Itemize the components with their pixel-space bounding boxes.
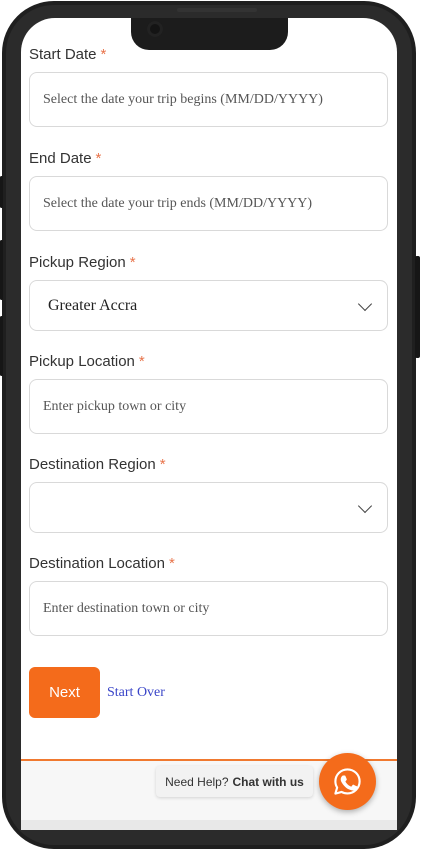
pickup-region-label: Pickup Region * — [29, 254, 136, 271]
next-button[interactable]: Next — [29, 667, 100, 718]
end-date-label-text: End Date — [29, 150, 92, 167]
end-date-label: End Date * — [29, 150, 101, 167]
whatsapp-icon — [334, 768, 361, 795]
camera-icon — [147, 21, 163, 37]
destination-region-select[interactable] — [29, 482, 388, 533]
required-marker: * — [95, 150, 102, 167]
pickup-region-select[interactable]: Greater Accra — [29, 280, 388, 331]
bottom-bar — [21, 820, 397, 830]
notch — [131, 8, 288, 50]
pickup-location-input[interactable]: Enter pickup town or city — [29, 379, 388, 434]
destination-location-placeholder: Enter destination town or city — [43, 600, 210, 616]
speaker — [177, 8, 257, 12]
pickup-location-placeholder: Enter pickup town or city — [43, 398, 187, 414]
chevron-down-icon — [357, 498, 373, 513]
volume-button — [0, 316, 3, 376]
destination-region-label-text: Destination Region — [29, 456, 156, 473]
start-date-placeholder: Select the date your trip begins (MM/DD/… — [43, 91, 323, 107]
start-date-input[interactable]: Select the date your trip begins (MM/DD/… — [29, 72, 388, 127]
power-button — [415, 256, 420, 358]
end-date-placeholder: Select the date your trip ends (MM/DD/YY… — [43, 195, 313, 211]
destination-region-label: Destination Region * — [29, 456, 166, 473]
end-date-input[interactable]: Select the date your trip ends (MM/DD/YY… — [29, 176, 388, 231]
required-marker: * — [159, 456, 166, 473]
volume-button — [0, 176, 3, 208]
pickup-region-value: Greater Accra — [48, 296, 138, 314]
required-marker: * — [129, 254, 136, 271]
start-date-label: Start Date * — [29, 46, 106, 63]
start-date-label-text: Start Date — [29, 46, 97, 63]
required-marker: * — [138, 353, 145, 370]
help-chat-bubble[interactable]: Need Help? Chat with us — [156, 766, 313, 797]
chevron-down-icon — [357, 296, 373, 311]
start-over-link[interactable]: Start Over — [107, 685, 165, 701]
chat-with-us-link[interactable]: Chat with us — [233, 775, 304, 789]
destination-location-label-text: Destination Location — [29, 555, 165, 572]
pickup-region-label-text: Pickup Region — [29, 254, 126, 271]
required-marker: * — [168, 555, 175, 572]
pickup-location-label-text: Pickup Location — [29, 353, 135, 370]
whatsapp-button[interactable] — [319, 753, 376, 810]
destination-location-label: Destination Location * — [29, 555, 175, 572]
help-prefix-text: Need Help? — [165, 774, 229, 789]
required-marker: * — [100, 46, 107, 63]
pickup-location-label: Pickup Location * — [29, 353, 145, 370]
volume-button — [0, 240, 3, 300]
destination-location-input[interactable]: Enter destination town or city — [29, 581, 388, 636]
